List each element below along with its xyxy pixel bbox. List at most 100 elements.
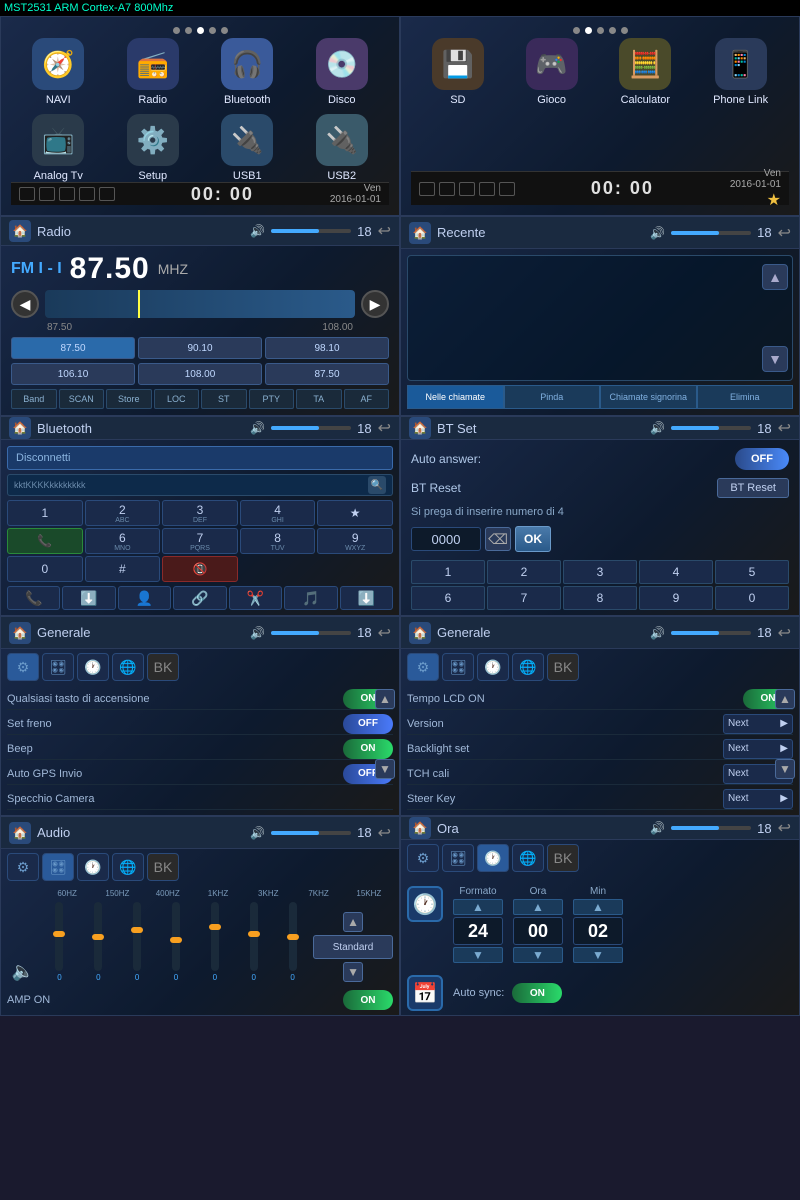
vol-slider-ora[interactable] <box>671 826 751 830</box>
pin-del-button[interactable]: ⌫ <box>485 527 511 551</box>
num-9[interactable]: 9WXYZ <box>317 528 393 554</box>
app-disco[interactable]: 💿 Disco <box>316 38 368 106</box>
bt-func-1[interactable]: 📞 <box>7 586 60 610</box>
ora-tab-clock[interactable]: 🕐 <box>477 844 509 872</box>
eq-bar-4[interactable]: 0 <box>196 902 233 982</box>
tab-elimina[interactable]: Elimina <box>697 385 794 409</box>
home-icon-ora[interactable]: 🏠 <box>409 817 431 839</box>
bt-func-7[interactable]: ⬇️ <box>340 586 393 610</box>
ora-up[interactable]: ▲ <box>513 899 563 915</box>
bnum-4[interactable]: 4 <box>639 560 713 584</box>
back-btn-gen1[interactable]: ↩ <box>378 623 391 643</box>
preset-3[interactable]: 98.10 <box>265 337 389 359</box>
back-btn-audio[interactable]: ↩ <box>378 823 391 843</box>
bt-func-2[interactable]: ⬇️ <box>62 586 115 610</box>
ora-down[interactable]: ▼ <box>513 947 563 963</box>
bnum-1[interactable]: 1 <box>411 560 485 584</box>
bnum-0[interactable]: 0 <box>715 586 789 610</box>
bt-search-icon[interactable]: 🔍 <box>368 476 386 494</box>
home-icon-gen2[interactable]: 🏠 <box>409 622 431 644</box>
audio-tab-bk[interactable]: BK <box>147 853 179 881</box>
app-gioco[interactable]: 🎮 Gioco <box>526 38 578 106</box>
auto-sync-toggle[interactable]: ON <box>512 983 562 1003</box>
bt-func-6[interactable]: 🎵 <box>284 586 337 610</box>
func-loc[interactable]: LOC <box>154 389 200 409</box>
func-scan[interactable]: SCAN <box>59 389 105 409</box>
back-btn-gen2[interactable]: ↩ <box>778 623 791 643</box>
num-8[interactable]: 8TUV <box>240 528 316 554</box>
eq-bar-3[interactable]: 0 <box>158 902 195 982</box>
eq-bar-0[interactable]: 0 <box>41 902 78 982</box>
gen1-tab-clock[interactable]: 🕐 <box>77 653 109 681</box>
vol-slider-gen2[interactable] <box>671 631 751 635</box>
bnum-8[interactable]: 8 <box>563 586 637 610</box>
preset-4[interactable]: 106.10 <box>11 363 135 385</box>
app-navi[interactable]: 🧭 NAVI <box>32 38 84 106</box>
min-up[interactable]: ▲ <box>573 899 623 915</box>
gen1-tab-globe[interactable]: 🌐 <box>112 653 144 681</box>
radio-prev-button[interactable]: ◀ <box>11 290 39 318</box>
num-hash[interactable]: # <box>85 556 161 582</box>
audio-tab-settings[interactable]: ⚙ <box>7 853 39 881</box>
calendar-icon[interactable]: 📅 <box>407 975 443 1011</box>
app-analog-tv[interactable]: 📺 Analog Tv <box>32 114 84 182</box>
eq-scroll-up[interactable]: ▲ <box>343 912 363 932</box>
vol-slider-gen1[interactable] <box>271 631 351 635</box>
vol-slider-audio[interactable] <box>271 831 351 835</box>
call-red-button[interactable]: 📵 <box>162 556 238 582</box>
eq-bar-2[interactable]: 0 <box>119 902 156 982</box>
back-btn-btset[interactable]: ↩ <box>778 418 791 438</box>
bnum-3[interactable]: 3 <box>563 560 637 584</box>
func-ta[interactable]: TA <box>296 389 342 409</box>
radio-freq-bar[interactable] <box>45 290 355 318</box>
gen1-scroll-down[interactable]: ▼ <box>375 759 395 779</box>
gen2-tab-settings[interactable]: ⚙ <box>407 653 439 681</box>
func-band[interactable]: Band <box>11 389 57 409</box>
num-3[interactable]: 3DEF <box>162 500 238 526</box>
bt-reset-button[interactable]: BT Reset <box>717 478 789 498</box>
vol-slider-btset[interactable] <box>671 426 751 430</box>
clock-icon[interactable]: 🕐 <box>407 886 443 922</box>
gen2-scroll-down[interactable]: ▼ <box>775 759 795 779</box>
gen1-tab-bk[interactable]: BK <box>147 653 179 681</box>
num-4[interactable]: 4GHI <box>240 500 316 526</box>
num-star[interactable]: ★ <box>317 500 393 526</box>
audio-tab-eq[interactable]: 🎛 <box>42 853 74 881</box>
disconnect-button[interactable]: Disconnetti <box>7 446 393 470</box>
app-bluetooth[interactable]: 🎧 Bluetooth <box>221 38 273 106</box>
formato-down[interactable]: ▼ <box>453 947 503 963</box>
ora-tab-eq[interactable]: 🎛 <box>442 844 474 872</box>
vol-slider-radio[interactable] <box>271 229 351 233</box>
app-usb1[interactable]: 🔌 USB1 <box>221 114 273 182</box>
ora-tab-bk[interactable]: BK <box>547 844 579 872</box>
func-pty[interactable]: PTY <box>249 389 295 409</box>
app-radio[interactable]: 📻 Radio <box>127 38 179 106</box>
audio-tab-clock[interactable]: 🕐 <box>77 853 109 881</box>
call-green-button[interactable]: 📞 <box>7 528 83 554</box>
home-icon-gen1[interactable]: 🏠 <box>9 622 31 644</box>
vol-slider-bt[interactable] <box>271 426 351 430</box>
gen2-tab-bk[interactable]: BK <box>547 653 579 681</box>
ok-button[interactable]: OK <box>515 526 551 552</box>
num-0[interactable]: 0 <box>7 556 83 582</box>
ora-tab-settings[interactable]: ⚙ <box>407 844 439 872</box>
scroll-up-recente[interactable]: ▲ <box>762 264 788 290</box>
back-btn-recente[interactable]: ↩ <box>778 223 791 243</box>
home-icon-radio[interactable]: 🏠 <box>9 220 31 242</box>
bt-func-4[interactable]: 🔗 <box>173 586 226 610</box>
min-down[interactable]: ▼ <box>573 947 623 963</box>
back-btn-bt[interactable]: ↩ <box>378 418 391 438</box>
back-btn-ora[interactable]: ↩ <box>778 818 791 838</box>
auto-answer-toggle[interactable]: OFF <box>735 448 789 470</box>
eq-bar-5[interactable]: 0 <box>235 902 272 982</box>
bnum-9[interactable]: 9 <box>639 586 713 610</box>
eq-bar-6[interactable]: 0 <box>274 902 311 982</box>
preset-2[interactable]: 90.10 <box>138 337 262 359</box>
home-icon-bt[interactable]: 🏠 <box>9 417 31 439</box>
eq-scroll-down[interactable]: ▼ <box>343 962 363 982</box>
ora-tab-globe[interactable]: 🌐 <box>512 844 544 872</box>
num-2[interactable]: 2ABC <box>85 500 161 526</box>
bnum-2[interactable]: 2 <box>487 560 561 584</box>
home-icon-btset[interactable]: 🏠 <box>409 417 431 439</box>
num-7[interactable]: 7PQRS <box>162 528 238 554</box>
